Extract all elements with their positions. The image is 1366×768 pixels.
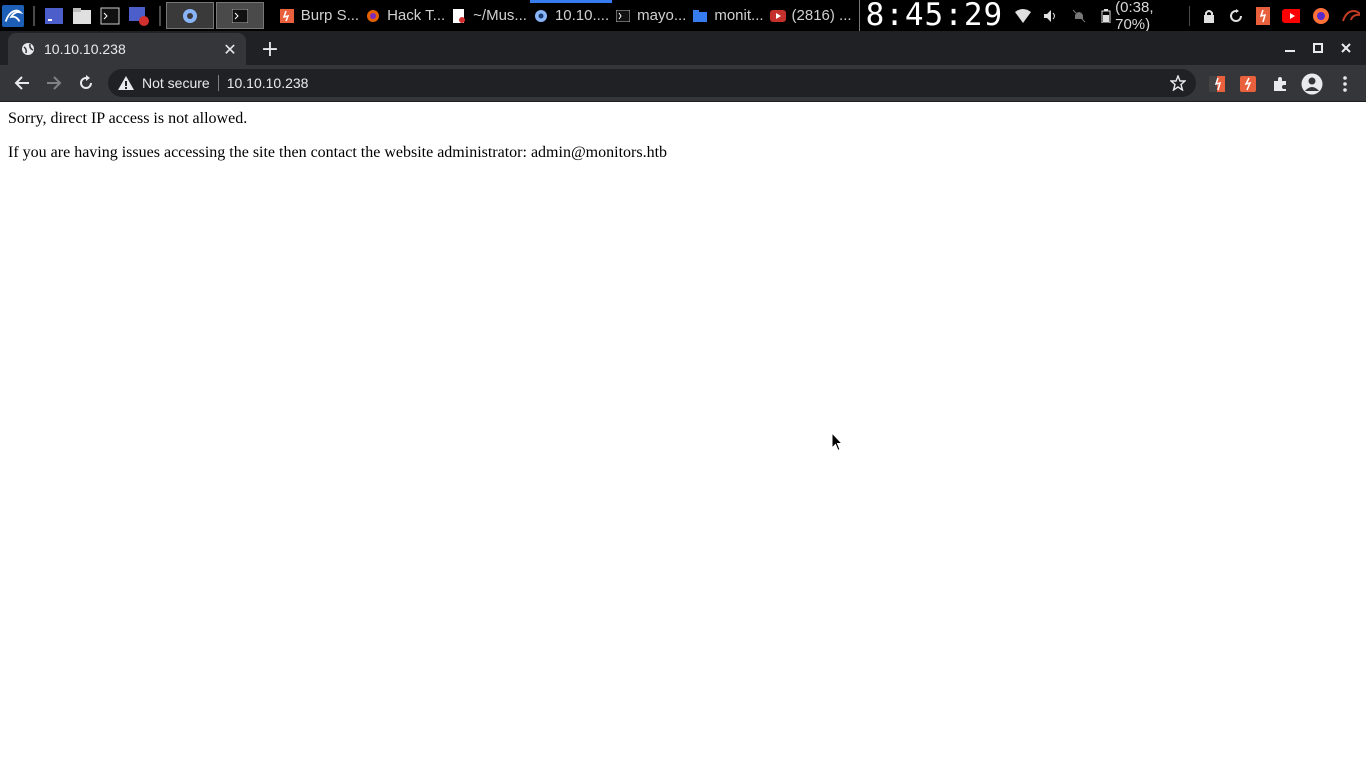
- refresh-session-icon[interactable]: [1228, 7, 1243, 25]
- globe-icon: [20, 41, 36, 57]
- clock: 8:45:29: [858, 0, 1010, 31]
- reload-icon[interactable]: [72, 69, 100, 97]
- workspace-icon[interactable]: [44, 5, 64, 27]
- close-tab-icon[interactable]: ✕: [220, 39, 240, 59]
- system-taskbar: Burp S... Hack T... ~/Mus... 10.10.... m…: [0, 0, 1366, 33]
- chrome-icon: [533, 8, 549, 24]
- burp-proxy-extension-icon[interactable]: [1203, 65, 1231, 102]
- admin-contact-message: If you are having issues accessing the s…: [8, 144, 668, 161]
- task-chrome[interactable]: 10.10....: [529, 0, 613, 31]
- system-tray: (0:38, 70%): [1009, 0, 1366, 33]
- page-content: Sorry, direct IP access is not allowed. …: [0, 102, 1366, 768]
- kali-menu-icon[interactable]: [2, 4, 24, 27]
- screen-recorder-icon[interactable]: [128, 5, 150, 27]
- lock-icon[interactable]: [1201, 7, 1216, 25]
- firefox-tray-icon[interactable]: [1312, 7, 1330, 25]
- task-terminal[interactable]: mayo...: [612, 0, 689, 31]
- security-status[interactable]: Not secure: [142, 75, 210, 91]
- task-label: monit...: [714, 7, 764, 24]
- terminal-launcher-icon[interactable]: [100, 5, 120, 27]
- burp-icon: [279, 8, 295, 24]
- chrome-icon: [183, 8, 198, 23]
- task-label: ~/Mus...: [473, 7, 527, 24]
- window-button-terminal[interactable]: [215, 2, 264, 29]
- firefox-icon: [365, 8, 381, 24]
- battery-status: (0:38, 70%): [1115, 0, 1154, 33]
- wifi-icon[interactable]: [1015, 7, 1032, 25]
- terminal-icon: [615, 8, 631, 24]
- task-label: Hack T...: [387, 7, 446, 24]
- browser-toolbar: Not secure 10.10.10.238: [0, 65, 1366, 102]
- battery-icon[interactable]: [1098, 7, 1113, 25]
- browser-tab-strip: 10.10.10.238 ✕ +: [0, 31, 1366, 65]
- access-denied-message: Sorry, direct IP access is not allowed.: [8, 110, 248, 127]
- taskbar-separator: [33, 5, 35, 26]
- document-icon: [451, 8, 467, 24]
- bookmark-star-icon[interactable]: [1169, 74, 1187, 92]
- task-burp[interactable]: Burp S...: [276, 0, 362, 31]
- browser-menu-icon[interactable]: [1331, 65, 1359, 102]
- task-label: 10.10....: [554, 7, 610, 24]
- taskbar-separator: [159, 5, 162, 26]
- omnibox-divider: [217, 75, 219, 91]
- task-label: mayo...: [637, 7, 687, 24]
- extensions-puzzle-icon[interactable]: [1266, 65, 1294, 102]
- youtube-tray-icon[interactable]: [1282, 7, 1301, 25]
- kali-dragon-icon[interactable]: [1342, 7, 1361, 25]
- new-tab-button[interactable]: +: [258, 37, 282, 62]
- minimize-window-icon[interactable]: [1276, 31, 1304, 65]
- warning-icon[interactable]: [118, 75, 134, 91]
- tab-active[interactable]: 10.10.10.238 ✕: [8, 33, 246, 65]
- terminal-icon: [231, 8, 248, 23]
- url-text[interactable]: 10.10.10.238: [227, 75, 309, 91]
- task-folder[interactable]: monit...: [689, 0, 766, 31]
- task-document[interactable]: ~/Mus...: [448, 0, 530, 31]
- burp-extension-icon[interactable]: [1234, 65, 1262, 102]
- task-label: (2816) ...: [791, 7, 852, 24]
- file-manager-icon[interactable]: [72, 5, 92, 27]
- burp-tray-icon[interactable]: [1255, 6, 1270, 25]
- forward-icon[interactable]: [40, 69, 68, 97]
- tab-title: 10.10.10.238: [44, 41, 126, 57]
- folder-icon: [692, 8, 708, 24]
- task-youtube[interactable]: (2816) ...: [767, 0, 855, 31]
- profile-avatar-icon[interactable]: [1298, 65, 1326, 102]
- youtube-icon: [769, 8, 786, 24]
- volume-icon[interactable]: [1043, 7, 1059, 25]
- notifications-muted-icon[interactable]: [1071, 7, 1086, 25]
- task-firefox[interactable]: Hack T...: [362, 0, 448, 31]
- window-button-chrome[interactable]: [166, 2, 214, 29]
- address-bar[interactable]: Not secure 10.10.10.238: [108, 69, 1196, 97]
- task-label: Burp S...: [300, 7, 360, 24]
- close-window-icon[interactable]: [1332, 31, 1360, 65]
- back-icon[interactable]: [8, 69, 36, 97]
- mouse-pointer-icon: [831, 431, 844, 452]
- taskbar-separator: [1188, 5, 1191, 26]
- maximize-window-icon[interactable]: [1304, 31, 1332, 65]
